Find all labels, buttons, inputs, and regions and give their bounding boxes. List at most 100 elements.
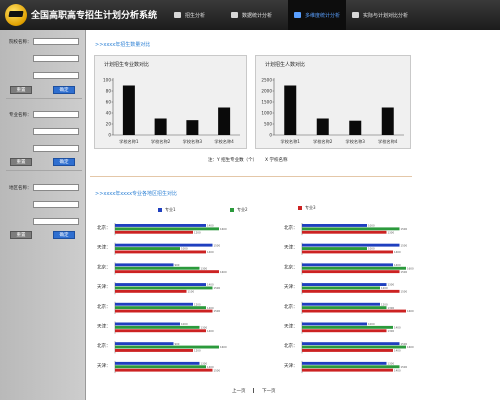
hbar — [115, 227, 219, 231]
hbar-value-label: 1600 — [407, 345, 414, 349]
hbar-value-label: 1200 — [381, 286, 388, 290]
nav-label: 多维度统计分析 — [304, 12, 340, 19]
hbar — [115, 306, 206, 310]
nav-item-data-statistics[interactable]: 数据统计分析 — [225, 0, 288, 30]
region-label: 北京： — [284, 303, 298, 310]
hbar — [302, 243, 400, 247]
hbar-value-label: 1600 — [220, 345, 227, 349]
prev-page-link[interactable]: 上一页 — [232, 388, 246, 394]
nav-label: 实际与计划对比分析 — [363, 12, 409, 19]
hbar-value-label: 1400 — [394, 349, 401, 353]
legend-label: 专业3 — [305, 205, 316, 210]
region-name-label: 地区名称： — [9, 186, 32, 191]
school-name-input-3[interactable] — [33, 72, 79, 79]
hbar-value-label: 1100 — [188, 290, 195, 294]
hbar — [302, 361, 387, 365]
hbar — [115, 349, 193, 352]
region-reset-button[interactable]: 重置 — [10, 231, 32, 239]
hbar — [115, 243, 213, 247]
chart-panel-major-count: 计划招生专业数对比 0 20 40 60 80 100 学校名称1 学校名称2 学校名称3 学校名… — [94, 55, 247, 149]
chart-icon — [231, 12, 238, 18]
hbar-value-label: 1500 — [401, 243, 408, 247]
hbar — [115, 325, 200, 329]
bar — [349, 120, 362, 135]
hbar — [115, 329, 206, 333]
major-name-label: 专业名称： — [9, 113, 32, 118]
y-tick-label: 60 — [106, 100, 112, 105]
y-tick-label: 2000 — [261, 89, 272, 94]
hbar-value-label: 1500 — [401, 342, 408, 346]
major-count-bar-chart: 0 20 40 60 80 100 学校名称1 学校名称2 学校名称3 学校名称4 — [103, 78, 240, 145]
school-name-input-2[interactable] — [33, 55, 79, 62]
region-name-input-2[interactable] — [33, 201, 79, 208]
hbar — [302, 342, 400, 346]
x-tick-label: 学校名称2 — [151, 138, 171, 145]
hbar — [302, 325, 393, 329]
y-tick-label: 0 — [108, 133, 111, 138]
region-name-input-1[interactable] — [33, 184, 79, 191]
cube-icon — [294, 12, 301, 18]
region-label: 北京： — [284, 263, 298, 270]
hbar — [115, 270, 219, 274]
hbar — [302, 227, 400, 231]
hbar — [115, 302, 193, 306]
hbar — [115, 322, 180, 326]
section-title-enrollment-comparison: >>xxxx年招生数量对比 — [95, 42, 151, 48]
region-label: 天津： — [284, 244, 298, 251]
nav-label: 数据统计分析 — [242, 12, 273, 19]
axis-note-x: X 学校名称 — [265, 158, 288, 163]
legend-swatch — [230, 208, 234, 212]
nav-item-multidimensional-analysis[interactable]: 多维度统计分析 — [288, 0, 346, 30]
x-tick-label: 学校名称4 — [214, 138, 234, 145]
hbar-value-label: 1400 — [207, 365, 214, 369]
app-header: 全国高职高专招生计划分析系统 招生分析 数据统计分析 多维度统计分析 实际与计划… — [0, 0, 500, 30]
x-tick-label: 学校名称1 — [281, 138, 301, 145]
bar — [284, 85, 297, 135]
hbar-value-label: 1300 — [201, 326, 208, 330]
hbar-value-label: 1600 — [220, 227, 227, 231]
hbar — [302, 263, 393, 267]
bar — [154, 118, 167, 135]
star-icon — [174, 12, 181, 18]
hbar — [302, 365, 400, 369]
hbar — [115, 361, 200, 365]
nav-item-enrollment-analysis[interactable]: 招生分析 — [168, 0, 225, 30]
bar — [218, 107, 231, 135]
major-confirm-button[interactable]: 确定 — [53, 158, 75, 166]
major-name-input-1[interactable] — [33, 111, 79, 118]
major-reset-button[interactable]: 重置 — [10, 158, 32, 166]
hbar-value-label: 1600 — [220, 270, 227, 274]
hbar-value-label: 1000 — [368, 247, 375, 251]
hbar — [115, 263, 174, 267]
hbar — [302, 283, 387, 286]
region-label: 北京： — [284, 224, 298, 231]
hbar — [302, 270, 400, 274]
school-confirm-button[interactable]: 确定 — [53, 86, 75, 94]
hbar-value-label: 1200 — [194, 302, 201, 306]
region-confirm-button[interactable]: 确定 — [53, 231, 75, 239]
hbar-value-label: 900 — [175, 342, 180, 346]
hbar — [115, 247, 180, 250]
region-label: 天津： — [284, 362, 298, 369]
nav-item-actual-vs-plan[interactable]: 实际与计划对比分析 — [346, 0, 420, 30]
major-name-input-2[interactable] — [33, 128, 79, 135]
hbar — [115, 345, 219, 349]
hbar-value-label: 1500 — [401, 227, 408, 231]
x-tick-label: 学校名称3 — [346, 138, 366, 145]
region-name-input-3[interactable] — [33, 218, 79, 225]
next-page-link[interactable]: 下一页 — [262, 388, 276, 394]
hbar — [115, 230, 193, 234]
school-name-label: 院校名称： — [9, 40, 32, 45]
region-label: 北京： — [97, 263, 111, 270]
school-name-input-1[interactable] — [33, 38, 79, 45]
major-name-input-3[interactable] — [33, 145, 79, 152]
hbar — [115, 342, 174, 346]
region-label: 天津： — [284, 323, 298, 330]
chart-panel-student-count: 计划招生人数对比 0 500 1000 1500 2000 2500 学校名称1 学校名称2 学… — [255, 55, 411, 149]
school-reset-button[interactable]: 重置 — [10, 86, 32, 94]
hbar-value-label: 1300 — [201, 266, 208, 270]
hbar-value-label: 1000 — [368, 322, 375, 326]
hbar — [302, 266, 406, 270]
student-count-bar-chart: 0 500 1000 1500 2000 2500 学校名称1 学校名称2 学校名称3 学校名称4 — [261, 78, 404, 145]
hbar — [302, 322, 367, 326]
